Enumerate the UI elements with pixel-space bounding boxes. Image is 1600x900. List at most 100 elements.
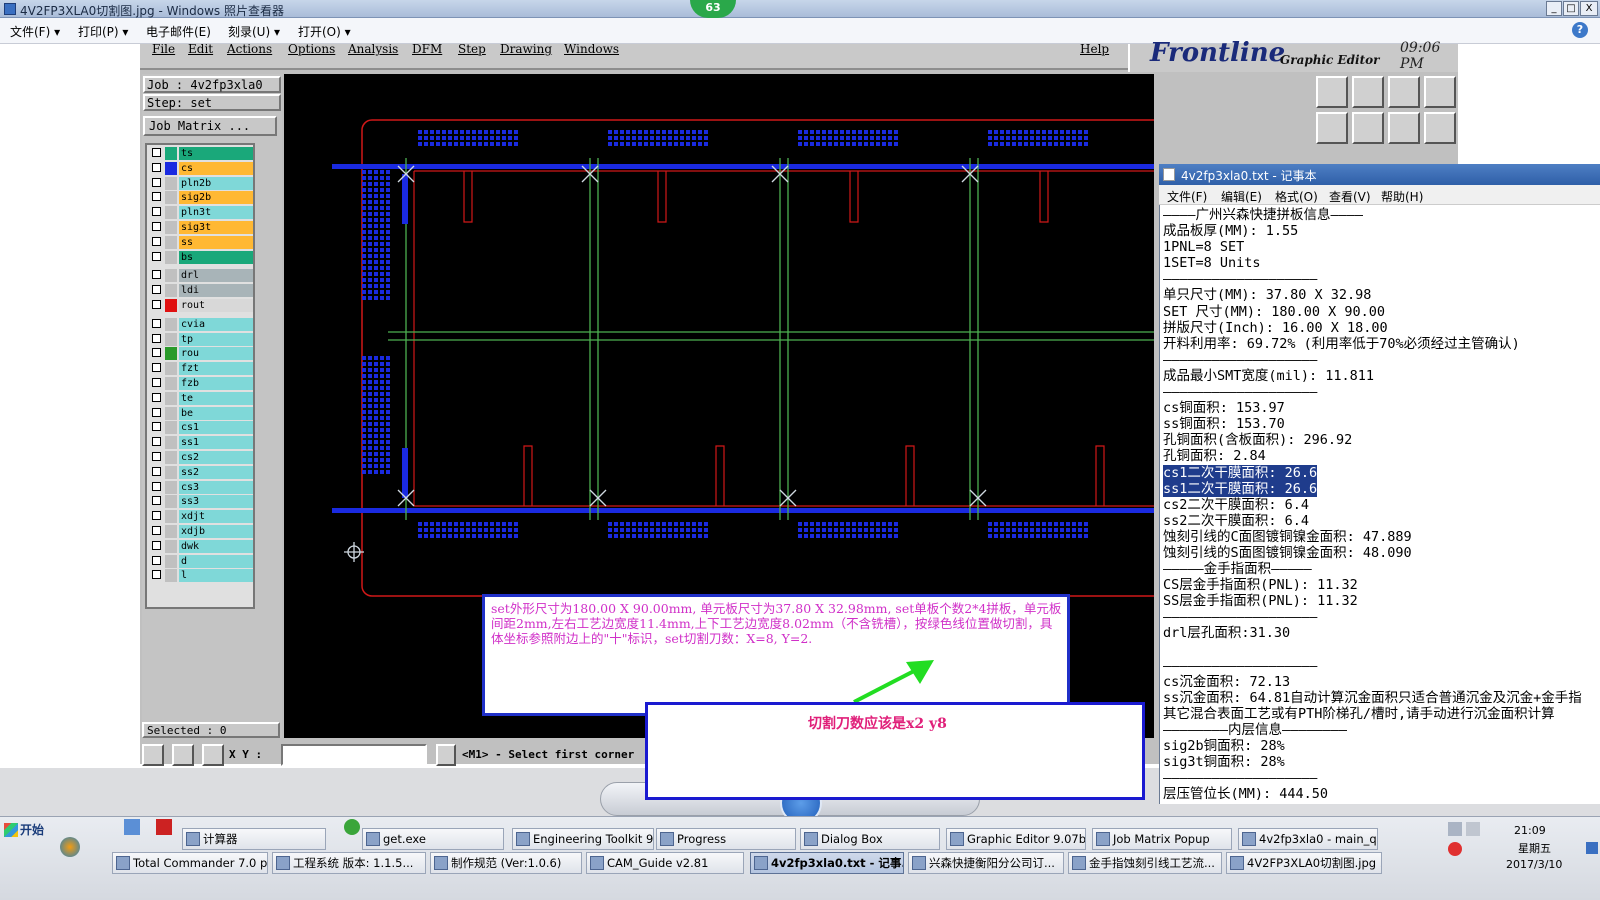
layer-row[interactable]: rou bbox=[149, 347, 253, 361]
info-icon[interactable] bbox=[436, 744, 456, 766]
layer-row[interactable]: cs1 bbox=[149, 421, 253, 435]
notepad-menu-help[interactable]: 帮助(H) bbox=[1381, 188, 1423, 205]
home-icon[interactable] bbox=[1388, 76, 1420, 108]
layer-row[interactable]: l bbox=[149, 569, 253, 583]
genesis-menu-edit[interactable]: Edit bbox=[188, 42, 213, 56]
layer-row[interactable]: ss1 bbox=[149, 436, 253, 450]
taskbar-button[interactable]: Graphic Editor 9.07b2 ... bbox=[946, 828, 1086, 850]
window-icon[interactable] bbox=[1424, 76, 1456, 108]
start-button[interactable]: 开始 bbox=[2, 819, 50, 841]
import-icon[interactable] bbox=[1316, 112, 1348, 144]
taskbar-button[interactable]: 4v2fp3xla0 - main_qa bbox=[1238, 828, 1378, 850]
layer-checkbox[interactable] bbox=[152, 333, 161, 343]
layer-checkbox[interactable] bbox=[152, 392, 161, 402]
tray-network-icon[interactable] bbox=[1448, 822, 1462, 836]
layer-checkbox[interactable] bbox=[152, 407, 161, 417]
quicklaunch-icon-2[interactable] bbox=[124, 819, 140, 835]
layer-checkbox[interactable] bbox=[152, 162, 161, 172]
upload-icon[interactable] bbox=[1316, 76, 1348, 108]
genesis-menu-help[interactable]: Help bbox=[1080, 42, 1109, 56]
layer-checkbox[interactable] bbox=[152, 363, 161, 373]
genesis-menu-options[interactable]: Options bbox=[288, 42, 335, 56]
layer-row[interactable]: xdjt bbox=[149, 510, 253, 524]
layer-row[interactable]: ss bbox=[149, 235, 253, 249]
layer-checkbox[interactable] bbox=[152, 285, 161, 295]
taskbar-button[interactable]: 4V2FP3XLA0切割图.jpg ... bbox=[1226, 852, 1382, 874]
notepad-text-area[interactable]: ————广州兴森快捷拼板信息———— 成品板厚(MM): 1.55 1PNL=8 S… bbox=[1163, 207, 1600, 804]
layer-row[interactable]: ldi bbox=[149, 284, 253, 298]
menu-file[interactable]: 文件(F) ▾ bbox=[10, 23, 60, 40]
taskbar-button[interactable]: 兴森快捷衡阳分公司订... bbox=[908, 852, 1064, 874]
notepad-menu-view[interactable]: 查看(V) bbox=[1329, 188, 1371, 205]
layer-checkbox[interactable] bbox=[152, 422, 161, 432]
taskbar-button[interactable]: 制作规范 (Ver:1.0.6) bbox=[430, 852, 582, 874]
layer-checkbox[interactable] bbox=[152, 540, 161, 550]
layer-row[interactable]: ss2 bbox=[149, 465, 253, 479]
taskbar-button[interactable]: Total Commander 7.0 pu... bbox=[112, 852, 268, 874]
genesis-menu-step[interactable]: Step bbox=[458, 42, 486, 56]
taskbar-button[interactable]: Engineering Toolkit 9.0... bbox=[512, 828, 654, 850]
layer-checkbox[interactable] bbox=[152, 236, 161, 246]
job-matrix-button[interactable]: Job Matrix ... bbox=[143, 116, 277, 136]
genesis-menu-drawing[interactable]: Drawing bbox=[500, 42, 552, 56]
layer-checkbox[interactable] bbox=[152, 270, 161, 280]
layer-row[interactable]: cs3 bbox=[149, 480, 253, 494]
layer-checkbox[interactable] bbox=[152, 511, 161, 521]
layer-row[interactable]: cs2 bbox=[149, 451, 253, 464]
taskbar-button[interactable]: 工程系统 版本: 1.1.5... bbox=[272, 852, 426, 874]
layer-checkbox[interactable] bbox=[152, 192, 161, 202]
layer-row[interactable]: xdjb bbox=[149, 525, 253, 538]
taskbar-button[interactable]: get.exe bbox=[362, 828, 504, 850]
maximize-button[interactable]: □ bbox=[1563, 1, 1579, 16]
layer-checkbox[interactable] bbox=[152, 496, 161, 506]
layer-checkbox[interactable] bbox=[152, 466, 161, 476]
export-icon[interactable] bbox=[1352, 112, 1384, 144]
taskbar-button[interactable]: Dialog Box bbox=[800, 828, 940, 850]
notepad-menu-edit[interactable]: 编辑(E) bbox=[1221, 188, 1262, 205]
layer-row[interactable]: rout bbox=[149, 299, 253, 312]
pdf-icon[interactable] bbox=[156, 819, 172, 835]
layer-row[interactable]: cs bbox=[149, 161, 253, 175]
download-icon[interactable] bbox=[1352, 76, 1384, 108]
layer-row[interactable]: ss3 bbox=[149, 495, 253, 509]
layer-row[interactable]: bs bbox=[149, 250, 253, 264]
genesis-menu-windows[interactable]: Windows bbox=[564, 42, 619, 56]
layer-row[interactable]: cvia bbox=[149, 317, 253, 331]
connect-icon[interactable] bbox=[1388, 112, 1420, 144]
route-icon[interactable] bbox=[1424, 112, 1456, 144]
layer-row[interactable]: te bbox=[149, 391, 253, 405]
layer-checkbox[interactable] bbox=[152, 300, 161, 309]
layer-row[interactable]: tp bbox=[149, 332, 253, 346]
layer-row[interactable]: pln3t bbox=[149, 206, 253, 220]
measure-icon[interactable] bbox=[172, 744, 194, 766]
layer-checkbox[interactable] bbox=[152, 555, 161, 565]
layer-row[interactable]: drl bbox=[149, 269, 253, 283]
genesis-menu-dfm[interactable]: DFM bbox=[412, 42, 442, 56]
help-icon[interactable]: ? bbox=[1572, 22, 1588, 38]
taskbar-button[interactable]: Progress bbox=[656, 828, 796, 850]
menu-email[interactable]: 电子邮件(E) bbox=[146, 23, 211, 40]
layer-checkbox[interactable] bbox=[152, 251, 161, 261]
layer-checkbox[interactable] bbox=[152, 148, 161, 157]
layer-row[interactable]: d bbox=[149, 554, 253, 568]
taskbar-button[interactable]: 计算器 bbox=[182, 828, 326, 850]
layer-checkbox[interactable] bbox=[152, 348, 161, 358]
layer-row[interactable]: fzt bbox=[149, 362, 253, 376]
minimize-button[interactable]: _ bbox=[1546, 1, 1562, 16]
menu-open[interactable]: 打开(O) ▾ bbox=[298, 23, 351, 40]
layer-row[interactable]: pln2b bbox=[149, 176, 253, 190]
layer-checkbox[interactable] bbox=[152, 378, 161, 387]
genesis-menu-analysis[interactable]: Analysis bbox=[348, 42, 398, 56]
taskbar-button[interactable]: Job Matrix Popup bbox=[1092, 828, 1232, 850]
genesis-menu-file[interactable]: File bbox=[152, 42, 175, 56]
grid-icon[interactable] bbox=[202, 744, 224, 766]
notepad-menu-file[interactable]: 文件(F) bbox=[1167, 188, 1207, 205]
ie-icon[interactable] bbox=[344, 819, 360, 835]
layer-checkbox[interactable] bbox=[152, 177, 161, 187]
layer-checkbox[interactable] bbox=[152, 437, 161, 447]
zoom-area-icon[interactable] bbox=[142, 744, 164, 766]
show-desktop-icon[interactable] bbox=[1586, 842, 1598, 854]
tray-volume-icon[interactable] bbox=[1466, 822, 1480, 836]
layer-checkbox[interactable] bbox=[152, 452, 161, 461]
taskbar-button[interactable]: CAM_Guide v2.81 bbox=[586, 852, 744, 874]
